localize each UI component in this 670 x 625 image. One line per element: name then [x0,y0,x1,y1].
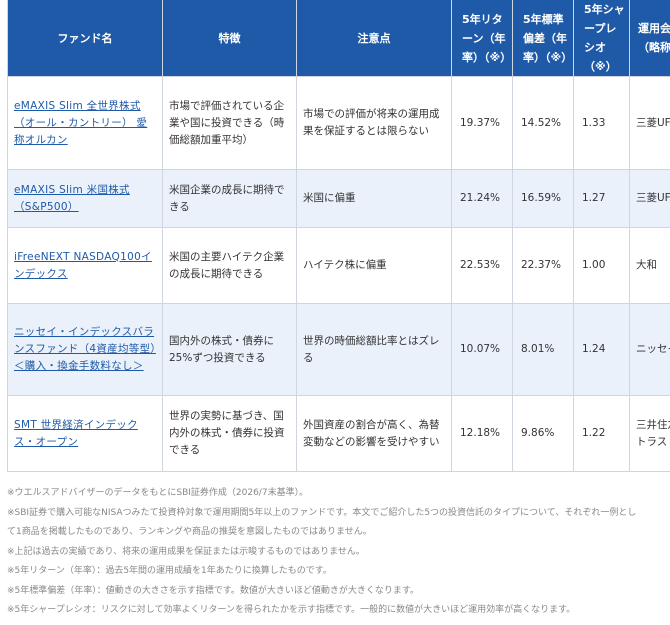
fund-comparison-page: ファンド名 特徴 注意点 5年リターン（年率）（※） 5年標準偏差（年率）（※）… [0,0,670,625]
header-feature: 特徴 [162,0,297,77]
stdev-cell: 8.01% [512,303,574,396]
sharpe-cell: 1.24 [573,303,630,396]
footnote-disclaimer: ※上記は過去の実績であり、将来の運用成果を保証または示唆するものではありません。 [7,546,365,557]
return-cell: 12.18% [451,395,513,472]
return-cell: 19.37% [451,76,513,170]
footnote-source: ※ウエルスアドバイザーのデータをもとにSBI証券作成（2026/7末基準）。 [7,488,309,498]
stdev-cell: 14.52% [512,76,574,170]
fund-name-link[interactable]: ニッセイ・インデックスバランスファンド（4資産均等型）＜購入・換金手数料なし＞ [14,326,156,372]
fund-comparison-table: ファンド名 特徴 注意点 5年リターン（年率）（※） 5年標準偏差（年率）（※）… [7,0,670,472]
table-row: SMT 世界経済インデックス・オープン 世界の実勢に基づき、国内外の株式・債券に… [7,395,670,472]
feature-cell: 米国企業の成長に期待できる [162,169,297,228]
company-cell: 大和 [629,227,670,304]
sharpe-cell: 1.00 [573,227,630,304]
return-cell: 21.24% [451,169,513,228]
feature-cell: 世界の実勢に基づき、国内外の株式・債券に投資できる [162,395,297,472]
table-row: iFreeNEXT NASDAQ100インデックス 米国の主要ハイテク企業の成長… [7,227,670,304]
header-stdev-5y: 5年標準偏差（年率）（※） [512,0,574,77]
fund-name-cell: ニッセイ・インデックスバランスファンド（4資産均等型）＜購入・換金手数料なし＞ [7,303,163,396]
sharpe-cell: 1.27 [573,169,630,228]
header-company: 運用会社（略称） [629,0,670,77]
fund-name-cell: iFreeNEXT NASDAQ100インデックス [7,227,163,304]
caution-cell: 米国に偏重 [296,169,452,228]
caution-cell: 市場での評価が将来の運用成果を保証するとは限らない [296,76,452,170]
return-cell: 22.53% [451,227,513,304]
header-sharpe-5y: 5年シャープレシオ（※） [573,0,630,77]
caution-cell: 世界の時価総額比率とはズレる [296,303,452,396]
company-cell: 三菱UFJ [629,169,670,228]
company-cell: 三菱UFJ [629,76,670,170]
stdev-cell: 16.59% [512,169,574,228]
feature-cell: 国内外の株式・債券に25%ずつ投資できる [162,303,297,396]
fund-name-cell: eMAXIS Slim 米国株式（S&P500） [7,169,163,228]
caution-cell: ハイテク株に偏重 [296,227,452,304]
return-cell: 10.07% [451,303,513,396]
feature-cell: 市場で評価されている企業や国に投資できる（時価総額加重平均） [162,76,297,170]
footnote-selection: ※SBI証券で購入可能なNISAつみたて投資枠対象で運用期間5年以上のファンドで… [7,507,637,518]
company-cell: 三井住友トラスト [629,395,670,472]
footnote-selection-cont: て1商品を掲載したものであり、ランキングや商品の推奨を意図したものではありません… [7,527,372,537]
caution-cell: 外国資産の割合が高く、為替変動などの影響を受けやすい [296,395,452,472]
fund-name-cell: SMT 世界経済インデックス・オープン [7,395,163,472]
footnotes: ※ウエルスアドバイザーのデータをもとにSBI証券作成（2026/7末基準）。 ※… [7,484,670,621]
company-cell: ニッセイ [629,303,670,396]
fund-name-link[interactable]: eMAXIS Slim 全世界株式（オール・カントリー） 愛称オルカン [14,100,147,146]
header-return-5y: 5年リターン（年率）（※） [451,0,513,77]
fund-name-link[interactable]: SMT 世界経済インデックス・オープン [14,419,138,448]
footnote-stdev: ※5年標準偏差（年率）：値動きの大きさを示す指標です。数値が大きいほど値動きが大… [7,585,419,596]
header-fund-name: ファンド名 [7,0,163,77]
footnote-return: ※5年リターン（年率）：過去5年間の運用成績を1年あたりに換算したものです。 [7,566,332,576]
table-row: ニッセイ・インデックスバランスファンド（4資産均等型）＜購入・換金手数料なし＞ … [7,303,670,396]
table-row: eMAXIS Slim 全世界株式（オール・カントリー） 愛称オルカン 市場で評… [7,76,670,170]
feature-cell: 米国の主要ハイテク企業の成長に期待できる [162,227,297,304]
sharpe-cell: 1.33 [573,76,630,170]
stdev-cell: 22.37% [512,227,574,304]
table-row: eMAXIS Slim 米国株式（S&P500） 米国企業の成長に期待できる 米… [7,169,670,228]
table-header-row: ファンド名 特徴 注意点 5年リターン（年率）（※） 5年標準偏差（年率）（※）… [7,0,670,77]
footnote-sharpe: ※5年シャープレシオ：リスクに対して効率よくリターンを得られたかを示す指標です。… [7,605,576,615]
fund-name-link[interactable]: eMAXIS Slim 米国株式（S&P500） [14,184,130,213]
header-caution: 注意点 [296,0,452,77]
fund-name-link[interactable]: iFreeNEXT NASDAQ100インデックス [14,251,152,280]
sharpe-cell: 1.22 [573,395,630,472]
stdev-cell: 9.86% [512,395,574,472]
fund-name-cell: eMAXIS Slim 全世界株式（オール・カントリー） 愛称オルカン [7,76,163,170]
